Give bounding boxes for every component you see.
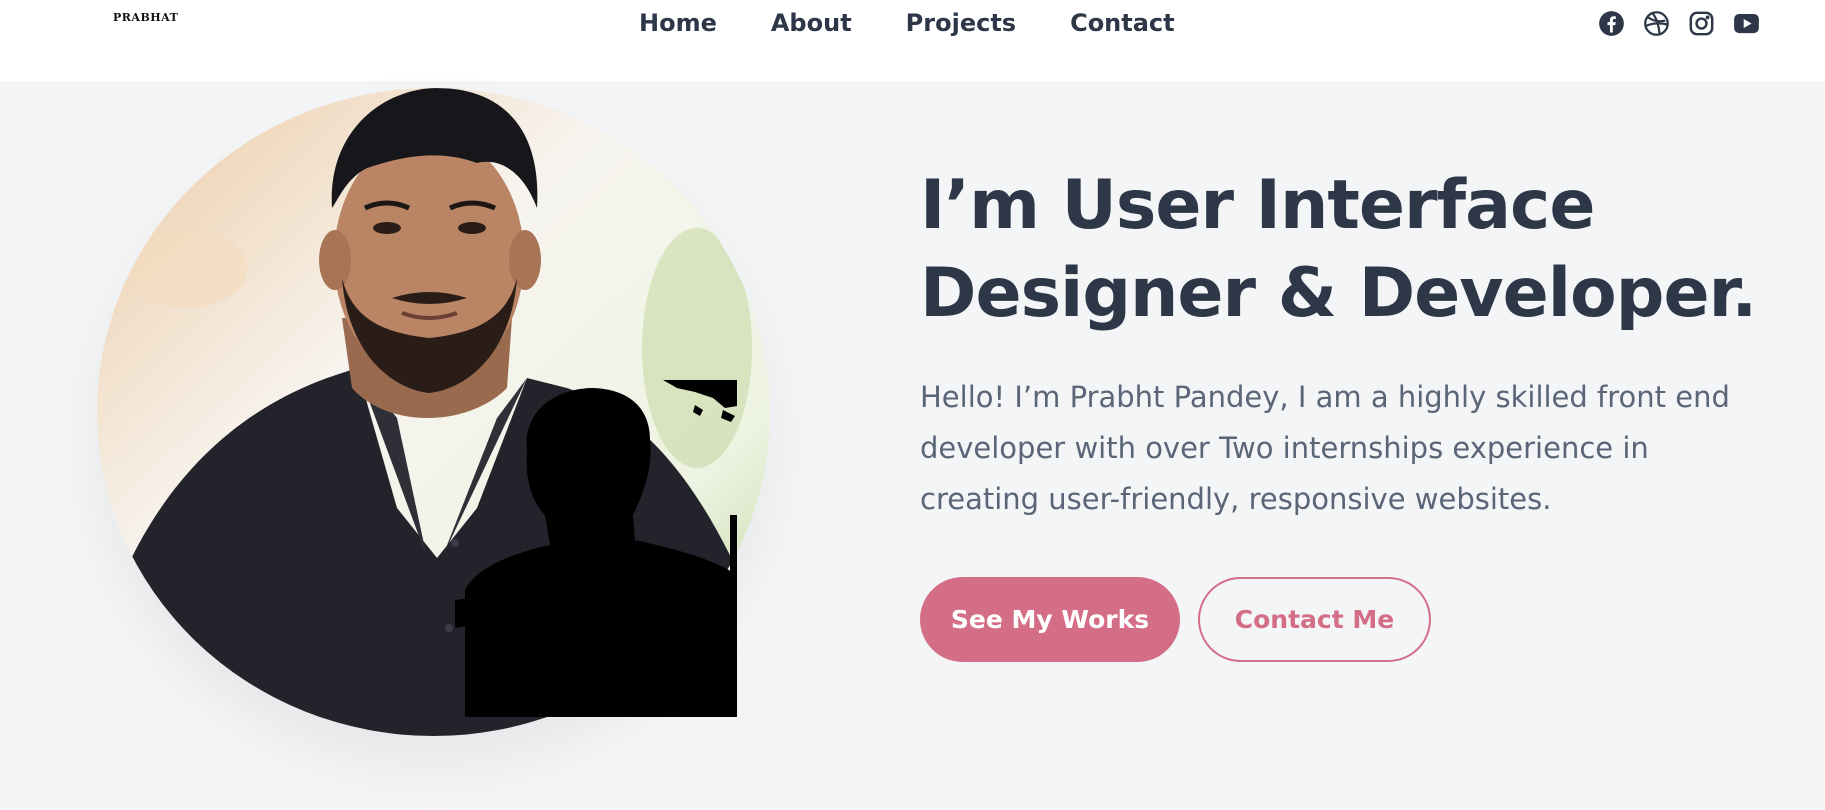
silhouette-illustration (455, 380, 737, 717)
nav-contact-link[interactable]: Contact (1070, 6, 1175, 40)
youtube-icon (1733, 13, 1759, 33)
instagram-icon (1689, 11, 1713, 35)
silhouette-overlay (455, 380, 757, 717)
site-header: PRABHAT Home About Projects Contact (0, 0, 1825, 81)
youtube-link[interactable] (1731, 8, 1761, 38)
dribbble-link[interactable] (1641, 8, 1671, 38)
hero-section: I’m User Interface Designer & Developer.… (920, 162, 1780, 662)
instagram-link[interactable] (1686, 8, 1716, 38)
nav-about-link[interactable]: About (771, 6, 852, 40)
nav-home-link[interactable]: Home (639, 6, 717, 40)
site-logo[interactable]: PRABHAT (113, 11, 178, 24)
hero-headline: I’m User Interface Designer & Developer. (920, 166, 1757, 333)
dribbble-icon (1643, 10, 1669, 36)
facebook-icon (1598, 10, 1624, 36)
hero-actions: See My Works Contact Me (920, 577, 1780, 662)
contact-me-button[interactable]: Contact Me (1198, 577, 1431, 662)
see-my-works-button[interactable]: See My Works (920, 577, 1180, 662)
hero-intro: Hello! I’m Prabht Pandey, I am a highly … (920, 380, 1730, 516)
nav-projects-link[interactable]: Projects (906, 6, 1016, 40)
social-links (1596, 8, 1761, 38)
main-nav: Home About Projects Contact (639, 6, 1175, 40)
facebook-link[interactable] (1596, 8, 1626, 38)
